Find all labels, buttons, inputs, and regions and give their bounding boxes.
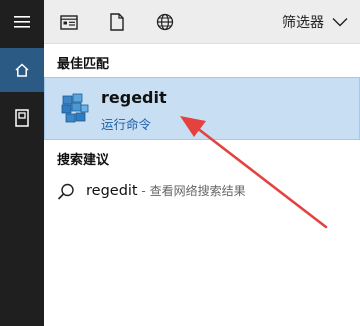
results-pane: 最佳匹配 regedit 运行命令 搜索建议 regedit - 查看网络搜索结…: [44, 44, 360, 326]
web-globe-icon: [156, 13, 174, 31]
search-icon: [57, 183, 74, 200]
documents-button[interactable]: [0, 96, 44, 140]
search-suggestions-heading: 搜索建议: [57, 153, 110, 168]
filter-dropdown[interactable]: 筛选器: [282, 0, 348, 44]
suggestion-term: regedit: [86, 183, 138, 199]
apps-icon: [60, 14, 78, 30]
best-match-result[interactable]: regedit 运行命令: [44, 77, 360, 140]
search-suggestion-item[interactable]: regedit - 查看网络搜索结果: [44, 177, 360, 207]
app-name: regedit: [101, 88, 167, 107]
suggestion-hint: - 查看网络搜索结果: [137, 184, 246, 198]
documents-filter-button[interactable]: [104, 9, 130, 35]
app-type-label: 运行命令: [101, 117, 152, 132]
search-toolbar: 筛选器: [44, 0, 360, 44]
filter-label: 筛选器: [282, 15, 324, 31]
registry-editor-icon: [61, 93, 89, 123]
left-rail: [0, 0, 44, 326]
suggestion-text: regedit - 查看网络搜索结果: [86, 182, 246, 199]
chevron-down-icon: [332, 18, 348, 27]
home-icon: [15, 63, 29, 77]
menu-button[interactable]: [0, 0, 44, 44]
hamburger-menu-icon: [14, 16, 30, 28]
web-filter-button[interactable]: [152, 9, 178, 35]
start-search-panel: 筛选器 最佳匹配 regedit 运行命令 搜索建议 regedit - 查看网…: [0, 0, 360, 326]
documents-icon: [15, 109, 29, 127]
home-button[interactable]: [0, 48, 44, 92]
document-icon: [110, 13, 124, 31]
best-match-heading: 最佳匹配: [57, 57, 110, 72]
apps-filter-button[interactable]: [56, 9, 82, 35]
